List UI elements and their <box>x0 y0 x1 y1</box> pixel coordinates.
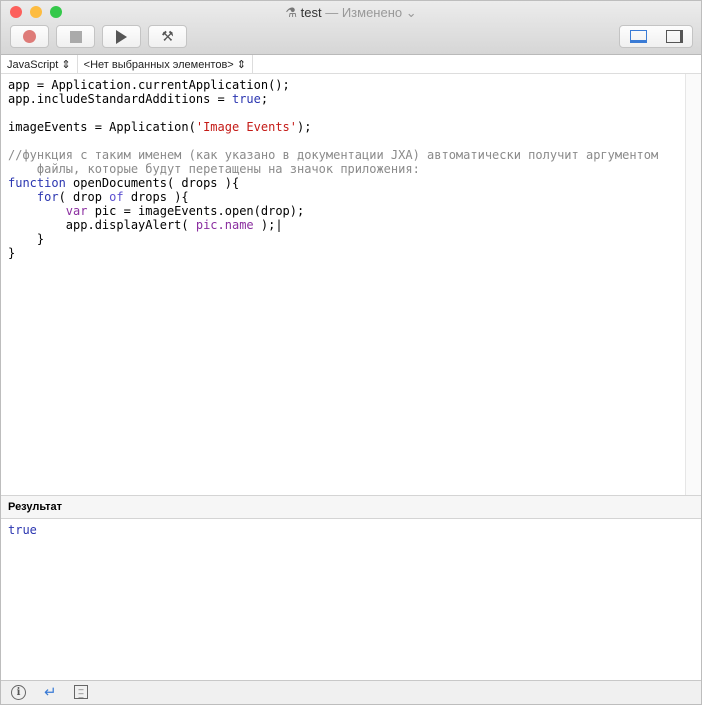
editor-scrollbar[interactable] <box>685 74 701 495</box>
code-line: app.displayAlert( pic.name );| <box>8 218 687 232</box>
code-line: app.includeStandardAdditions = true; <box>8 92 687 106</box>
code-line: app = Application.currentApplication(); <box>8 78 687 92</box>
element-selector[interactable]: <Нет выбранных элементов> ⇕ <box>78 55 253 73</box>
code-token: app.includeStandardAdditions = <box>8 92 232 106</box>
hammer-icon: ⚒ <box>161 28 174 44</box>
code-editor[interactable]: app = Application.currentApplication(); a… <box>1 74 687 495</box>
code-token: ( drop <box>58 190 110 204</box>
language-selector[interactable]: JavaScript ⇕ <box>1 55 78 73</box>
play-icon <box>116 29 127 44</box>
code-token: for <box>36 190 59 204</box>
code-token: ); <box>297 120 312 134</box>
language-label: JavaScript <box>7 59 59 71</box>
code-token: файлы, которые будут перетащены на значо… <box>8 162 420 176</box>
code-line: файлы, которые будут перетащены на значо… <box>8 162 687 176</box>
record-button[interactable] <box>10 25 49 48</box>
code-token: app = Application.currentApplication(); <box>8 78 290 92</box>
code-token: );| <box>253 218 283 232</box>
code-token: var <box>65 204 88 218</box>
run-button[interactable] <box>102 25 141 48</box>
bottom-bar: i ↵ – – – <box>1 680 701 704</box>
code-token: of <box>109 190 124 204</box>
navigation-bar: JavaScript ⇕ <Нет выбранных элементов> ⇕ <box>1 55 701 74</box>
code-token: ; <box>260 92 269 106</box>
code-token: true <box>231 92 261 106</box>
element-label: <Нет выбранных элементов> <box>83 59 234 71</box>
code-token: app.displayAlert( <box>8 218 196 232</box>
titlebar: ⚗ test — Изменено ⌄ ⚒ <box>1 1 701 55</box>
return-arrow-icon[interactable]: ↵ <box>44 683 57 701</box>
bottom-panel-icon[interactable] <box>629 30 647 43</box>
compile-button[interactable]: ⚒ <box>148 25 187 48</box>
code-token: pic.name <box>195 218 254 232</box>
result-output: true <box>8 523 37 537</box>
list-icon[interactable]: – – – <box>74 685 88 702</box>
stop-button[interactable] <box>56 25 95 48</box>
stop-icon <box>69 30 82 43</box>
script-icon: ⚗ <box>285 5 301 20</box>
code-token: 'Image Events' <box>195 120 297 134</box>
window-title[interactable]: ⚗ test — Изменено ⌄ <box>1 5 701 21</box>
code-token: } <box>8 232 45 246</box>
code-token: openDocuments( drops ){ <box>65 176 240 190</box>
code-token: pic = imageEvents.open(drop); <box>87 204 305 218</box>
code-line: var pic = imageEvents.open(drop); <box>8 204 687 218</box>
record-icon <box>23 30 36 43</box>
side-panel-icon[interactable] <box>665 30 683 43</box>
result-header: Результат <box>1 495 701 519</box>
code-token: imageEvents = Application( <box>8 120 196 134</box>
code-line: } <box>8 246 687 260</box>
info-icon[interactable]: i <box>11 685 26 700</box>
document-name: test <box>300 5 322 20</box>
view-toggle <box>619 25 693 48</box>
code-token: drops ){ <box>123 190 189 204</box>
code-token: //функция с таким именем (как указано в … <box>8 148 659 162</box>
chevron-down-icon: ⌄ <box>402 5 417 20</box>
script-editor-window: ⚗ test — Изменено ⌄ ⚒ JavaScript ⇕ <Нет … <box>0 0 702 705</box>
document-status: — Изменено <box>325 5 403 20</box>
code-token: } <box>8 246 16 260</box>
code-line: } <box>8 232 687 246</box>
code-line: imageEvents = Application('Image Events'… <box>8 120 687 134</box>
code-token: function <box>8 176 66 190</box>
code-line: function openDocuments( drops ){ <box>8 176 687 190</box>
code-line: for( drop of drops ){ <box>8 190 687 204</box>
code-line: //функция с таким именем (как указано в … <box>8 148 687 162</box>
